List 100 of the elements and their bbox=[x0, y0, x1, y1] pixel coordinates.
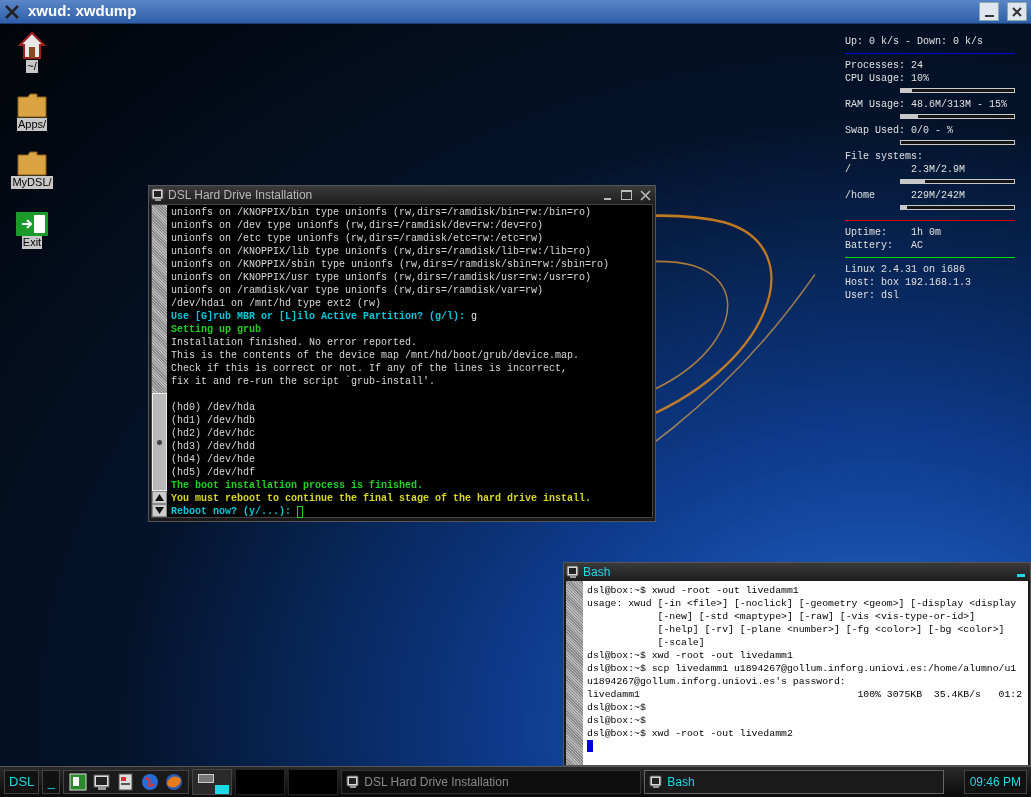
pager-window-icon bbox=[215, 785, 230, 794]
terminal-line: Check if this is correct or not. If any of the lines is incorrect, bbox=[171, 362, 568, 375]
minimize-all-button[interactable]: _ bbox=[42, 770, 61, 794]
monitor-label: CPU Usage: bbox=[845, 72, 906, 85]
exit-door-icon bbox=[16, 212, 48, 236]
terminal-window-title: DSL Hard Drive Installation bbox=[168, 187, 313, 204]
scrollbar[interactable] bbox=[566, 581, 583, 765]
house-icon bbox=[17, 30, 47, 60]
monitor-label: Linux 2.4.31 on i686 bbox=[845, 263, 966, 276]
monitor-label: RAM Usage: bbox=[845, 98, 906, 111]
scroll-down-button[interactable] bbox=[152, 504, 167, 517]
terminal-line: Setting up grub bbox=[171, 323, 261, 336]
terminal-line: Use [G]rub MBR or [L]ilo Active Partition? (g/l): bbox=[171, 310, 466, 323]
desktop-icon-label[interactable]: MyDSL/ bbox=[11, 176, 53, 189]
terminal-line: dsl@box:~$ bbox=[587, 714, 647, 727]
pager-window-icon bbox=[198, 774, 215, 783]
terminal-line: /dev/hda1 on /mnt/hd type ext2 (rw) bbox=[171, 297, 382, 310]
terminal-line: dsl@box:~$ bbox=[587, 701, 647, 714]
monitor-label: /home bbox=[845, 189, 876, 202]
terminal-window-title: Bash bbox=[583, 564, 611, 581]
minimize-icon bbox=[984, 15, 994, 17]
monitor-label: Battery: bbox=[845, 239, 894, 252]
monitor-label: File systems: bbox=[845, 150, 923, 163]
terminal-line: (hd1) /dev/hdb bbox=[171, 414, 255, 427]
terminal-line: The boot installation process is finished. bbox=[171, 479, 424, 492]
start-button[interactable]: DSL bbox=[4, 770, 40, 794]
desktop-icon-label[interactable]: Exit bbox=[21, 236, 43, 249]
monitor-value: 48.6M/313M - 15% bbox=[911, 98, 1007, 111]
terminal-line: Installation finished. No error reported. bbox=[171, 336, 418, 349]
terminal-line: unionfs on /KNOPPIX/usr type unionfs (rw,dirs=/ramdisk/usr=rw:/usr=ro) bbox=[171, 271, 592, 284]
up-arrow-icon bbox=[155, 494, 164, 501]
terminal-line: unionfs on /ramdisk/var type unionfs (rw,dirs=/ramdisk/var=rw) bbox=[171, 284, 544, 297]
terminal-line: This is the contents of the device map /mnt/hd/boot/grub/device.map. bbox=[171, 349, 580, 362]
terminal-line: (hd3) /dev/hdd bbox=[171, 440, 255, 453]
desktop-pager[interactable] bbox=[192, 769, 233, 795]
terminal-line: (hd5) /dev/hdf bbox=[171, 466, 255, 479]
close-button[interactable] bbox=[637, 187, 653, 203]
terminal-line: u1894267@gollum.inforg.uniovi.es's password: bbox=[587, 675, 847, 688]
maximize-icon bbox=[620, 190, 632, 200]
monitor-value: 10% bbox=[911, 72, 929, 85]
taskbar-task[interactable]: DSL Hard Drive Installation bbox=[341, 770, 642, 794]
monitor-value: 0/0 - % bbox=[911, 124, 953, 137]
monitor-label: Swap Used: bbox=[845, 124, 906, 137]
close-button[interactable] bbox=[1007, 2, 1027, 21]
monitor-label: Host: box 192.168.1.3 bbox=[845, 276, 972, 289]
terminal-icon[interactable] bbox=[92, 772, 113, 792]
terminal-line: unionfs on /dev type unionfs (rw,dirs=/ramdisk/dev=rw:/dev=ro) bbox=[171, 219, 544, 232]
scrollbar-thumb[interactable] bbox=[152, 393, 167, 491]
minimize-button[interactable] bbox=[979, 2, 999, 21]
terminal-line: dsl@box:~$ scp livedamm1 u1894267@gollum.inforg.uniovi.es:/home/alumno/u1 bbox=[587, 662, 1018, 675]
terminal-line: (hd4) /dev/hde bbox=[171, 453, 255, 466]
close-icon bbox=[639, 189, 651, 201]
terminal-line: (hd2) /dev/hdc bbox=[171, 427, 255, 440]
monitor-value: 2.3M/2.9M bbox=[911, 163, 965, 176]
down-arrow-icon bbox=[155, 507, 164, 514]
terminal-line: You must reboot to continue the final stage of the hard drive install. bbox=[171, 492, 592, 505]
terminal-line: unionfs on /KNOPPIX/bin type unionfs (rw,dirs=/ramdisk/bin=rw:/bin=ro) bbox=[171, 206, 592, 219]
clock: 09:46 PM bbox=[963, 770, 1027, 794]
minimize-icon bbox=[1017, 574, 1025, 577]
terminal-line: Reboot now? (y/...): bbox=[171, 505, 292, 518]
folder-icon bbox=[17, 150, 47, 176]
monitor-label: Up: 0 k/s - Down: 0 k/s bbox=[845, 35, 984, 48]
terminal-line: unionfs on /KNOPPIX/sbin type unionfs (rw,dirs=/ramdisk/sbin=rw:/sbin=ro) bbox=[171, 258, 610, 271]
empty-tray-slot bbox=[288, 769, 339, 795]
desktop-icon-label[interactable]: ~/ bbox=[26, 60, 38, 73]
terminal-line: livedamm1 100% 3075KB 35.4KB/s 01:2 bbox=[587, 688, 1024, 701]
terminal-line: [-new] [-std <maptype>] [-raw] [-vis <vis-type-or-id>] bbox=[656, 610, 977, 623]
monitor-value: 24 bbox=[911, 59, 923, 72]
terminal-line: unionfs on /KNOPPIX/lib type unionfs (rw,dirs=/ramdisk/lib=rw:/lib=ro) bbox=[171, 245, 592, 258]
terminal-line: fix it and re-run the script `grub-install'. bbox=[171, 375, 436, 388]
empty-tray-slot bbox=[235, 769, 286, 795]
monitor-label: Uptime: bbox=[845, 226, 888, 239]
terminal-line: dsl@box:~$ xwud -root -out livedamm1 bbox=[587, 584, 800, 597]
maximize-button[interactable] bbox=[618, 187, 634, 203]
x-logo-icon bbox=[4, 3, 20, 20]
monitor-value: 1h 0m bbox=[911, 226, 941, 239]
taskbar-task[interactable]: Bash bbox=[644, 770, 945, 794]
terminal-icon bbox=[566, 565, 580, 579]
minimize-icon bbox=[603, 198, 611, 200]
terminal-icon bbox=[151, 188, 165, 202]
close-icon bbox=[1012, 6, 1022, 17]
desktop-icon-label[interactable]: Apps/ bbox=[16, 118, 48, 131]
folder-icon bbox=[17, 92, 47, 118]
scrollbar[interactable] bbox=[152, 205, 167, 517]
monitor-value: 229M/242M bbox=[911, 189, 965, 202]
monitor-value: AC bbox=[911, 239, 923, 252]
monitor-label: User: dsl bbox=[845, 289, 900, 302]
window-title: xwud: xwdump bbox=[28, 1, 137, 22]
scroll-up-button[interactable] bbox=[152, 491, 167, 504]
terminal-icon bbox=[346, 775, 361, 789]
terminal-line: [-help] [-rv] [-plane <number>] [-fg <color>] [-bg <color>] bbox=[656, 623, 1006, 636]
typed-answer-text: g bbox=[471, 310, 478, 323]
scrollbar-grip-icon bbox=[157, 439, 162, 445]
terminal-line: dsl@box:~$ xwd -root -out livedamm2 bbox=[587, 727, 794, 740]
monitor-label: Processes: bbox=[845, 59, 906, 72]
terminal-line: [-scale] bbox=[656, 636, 706, 649]
terminal-line: usage: xwud [-in <file>] [-noclick] [-geometry <geom>] [-display <display bbox=[587, 597, 1018, 610]
terminal-icon bbox=[649, 775, 664, 789]
terminal-line: unionfs on /etc type unionfs (rw,dirs=/ramdisk/etc=rw:/etc=rw) bbox=[171, 232, 544, 245]
monitor-label: / bbox=[845, 163, 852, 176]
